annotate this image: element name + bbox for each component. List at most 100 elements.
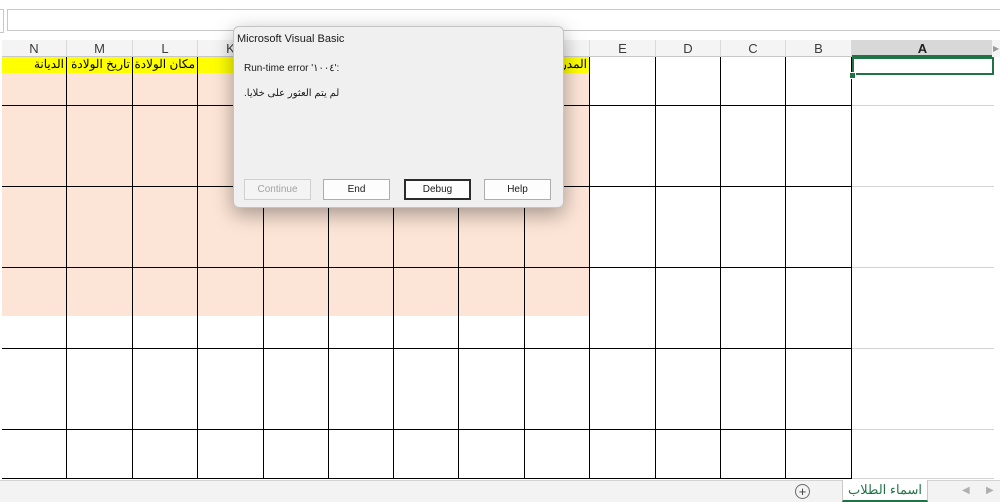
grid-cell[interactable] — [198, 283, 264, 301]
grid-cell[interactable] — [590, 381, 656, 398]
grid-cell[interactable] — [394, 413, 459, 431]
grid-cell[interactable] — [590, 121, 656, 139]
grid-cell[interactable] — [525, 445, 590, 463]
grid-cell[interactable] — [329, 267, 394, 285]
grid-cell[interactable] — [590, 138, 656, 155]
grid-cell[interactable] — [459, 235, 525, 253]
grid-cell[interactable] — [133, 89, 198, 107]
grid-cell[interactable] — [459, 219, 525, 236]
grid-cell[interactable] — [67, 121, 133, 139]
grid-cell[interactable] — [198, 445, 264, 463]
grid-cell[interactable] — [525, 283, 590, 301]
grid-cell[interactable] — [721, 235, 786, 253]
grid-cell[interactable] — [459, 445, 525, 463]
grid-cell[interactable] — [394, 300, 459, 317]
grid-cell[interactable] — [394, 397, 459, 415]
grid-cell[interactable] — [721, 105, 786, 123]
grid-cell[interactable] — [721, 154, 786, 172]
grid-cell[interactable] — [590, 429, 656, 447]
grid-cell[interactable] — [67, 413, 133, 431]
grid-cell[interactable] — [459, 413, 525, 431]
grid-cell[interactable] — [394, 283, 459, 301]
grid-cell[interactable] — [264, 413, 329, 431]
grid-cell[interactable] — [2, 397, 67, 415]
grid-cell[interactable] — [133, 300, 198, 317]
grid-cell[interactable] — [852, 154, 994, 172]
grid-cell[interactable] — [525, 235, 590, 253]
grid-cell[interactable] — [786, 105, 852, 123]
column-header-m[interactable]: M — [67, 40, 133, 57]
grid-cell[interactable] — [590, 332, 656, 350]
grid-cell[interactable] — [656, 57, 721, 74]
grid-cell[interactable] — [394, 364, 459, 382]
grid-cell[interactable] — [786, 348, 852, 366]
grid-cell[interactable] — [2, 364, 67, 382]
grid-cell[interactable] — [721, 445, 786, 463]
grid-cell[interactable] — [67, 219, 133, 236]
grid-cell[interactable] — [786, 202, 852, 220]
grid-cell[interactable] — [852, 316, 994, 334]
grid-cell[interactable] — [394, 348, 459, 366]
grid-cell[interactable] — [721, 202, 786, 220]
grid-cell[interactable] — [133, 251, 198, 269]
grid-cell[interactable] — [2, 283, 67, 301]
grid-cell[interactable] — [198, 251, 264, 269]
grid-cell[interactable] — [67, 267, 133, 285]
grid-cell[interactable] — [264, 316, 329, 334]
grid-cell[interactable] — [264, 397, 329, 415]
grid-cell[interactable] — [721, 413, 786, 431]
grid-cell[interactable] — [852, 267, 994, 285]
grid-cell[interactable] — [2, 186, 67, 204]
grid-cell[interactable] — [590, 251, 656, 269]
grid-cell[interactable] — [198, 316, 264, 334]
tab-scroll-right-icon[interactable]: ▶ — [986, 485, 994, 496]
column-header-l[interactable]: L — [133, 40, 198, 57]
grid-cell[interactable] — [459, 283, 525, 301]
grid-cell[interactable] — [67, 235, 133, 253]
grid-cell[interactable] — [329, 413, 394, 431]
column-header-c[interactable]: C — [721, 40, 786, 57]
grid-cell[interactable] — [852, 429, 994, 447]
grid-cell[interactable] — [67, 73, 133, 91]
grid-cell[interactable] — [590, 105, 656, 123]
grid-cell[interactable] — [394, 267, 459, 285]
grid-cell[interactable] — [656, 413, 721, 431]
column-header-n[interactable]: N — [2, 40, 67, 57]
grid-cell[interactable] — [721, 89, 786, 107]
scroll-right-arrow[interactable]: ▶ — [992, 40, 1000, 57]
grid-cell[interactable] — [721, 348, 786, 366]
grid-cell[interactable] — [721, 57, 786, 74]
grid-cell[interactable] — [2, 202, 67, 220]
sheet-tab-active[interactable]: اسماء الطلاب — [842, 480, 928, 502]
grid-cell[interactable] — [133, 73, 198, 91]
grid-cell[interactable] — [459, 267, 525, 285]
grid-cell[interactable] — [133, 138, 198, 155]
grid-cell[interactable] — [459, 364, 525, 382]
continue-button[interactable]: Continue — [244, 179, 311, 200]
grid-cell[interactable] — [525, 462, 590, 479]
grid-cell[interactable] — [852, 219, 994, 236]
grid-cell[interactable] — [786, 381, 852, 398]
grid-cell[interactable] — [590, 235, 656, 253]
grid-cell[interactable] — [67, 381, 133, 398]
grid-cell[interactable] — [2, 73, 67, 91]
grid-cell[interactable] — [852, 121, 994, 139]
grid-cell[interactable] — [721, 138, 786, 155]
grid-cell[interactable] — [329, 348, 394, 366]
grid-cell[interactable] — [459, 429, 525, 447]
grid-cell[interactable] — [133, 283, 198, 301]
grid-cell[interactable] — [852, 73, 994, 91]
grid-cell[interactable] — [590, 445, 656, 463]
grid-cell[interactable] — [67, 348, 133, 366]
grid-cell[interactable] — [590, 316, 656, 334]
grid-cell[interactable] — [67, 429, 133, 447]
grid-cell[interactable] — [459, 381, 525, 398]
grid-cell[interactable] — [264, 462, 329, 479]
fill-handle[interactable] — [849, 72, 856, 79]
grid-cell[interactable] — [656, 381, 721, 398]
grid-cell[interactable] — [133, 202, 198, 220]
grid-cell[interactable] — [656, 316, 721, 334]
grid-cell[interactable] — [264, 235, 329, 253]
grid-cell[interactable] — [329, 283, 394, 301]
grid-cell[interactable] — [786, 138, 852, 155]
